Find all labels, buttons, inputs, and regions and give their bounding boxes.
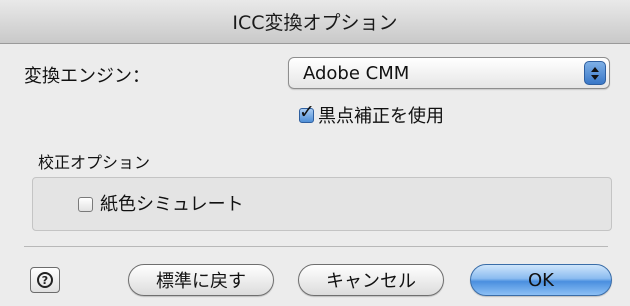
divider bbox=[24, 246, 608, 247]
engine-select-value: Adobe CMM bbox=[303, 63, 410, 84]
dialog-titlebar: ICC変換オプション bbox=[0, 0, 630, 44]
updown-arrows-icon bbox=[584, 61, 606, 85]
paper-color-checkbox[interactable] bbox=[78, 197, 93, 212]
checkmark-icon: ✓ bbox=[299, 101, 315, 123]
black-point-label: 黒点補正を使用 bbox=[318, 106, 444, 127]
engine-label: 変換エンジン： bbox=[24, 66, 150, 87]
revert-button[interactable]: 標準に戻す bbox=[128, 264, 274, 296]
help-icon: ? bbox=[37, 272, 53, 288]
ok-button-label: OK bbox=[528, 269, 554, 291]
engine-select[interactable]: Adobe CMM bbox=[288, 57, 610, 89]
proof-group-label: 校正オプション bbox=[38, 153, 151, 172]
cancel-button-label: キャンセル bbox=[326, 271, 416, 292]
help-button[interactable]: ? bbox=[30, 267, 60, 293]
cancel-button[interactable]: キャンセル bbox=[298, 264, 444, 296]
black-point-checkbox[interactable]: ✓ bbox=[299, 103, 315, 123]
revert-button-label: 標準に戻す bbox=[156, 271, 246, 292]
paper-color-label: 紙色シミュレート bbox=[100, 194, 244, 215]
ok-button[interactable]: OK bbox=[470, 264, 612, 296]
dialog-title: ICC変換オプション bbox=[232, 12, 398, 34]
